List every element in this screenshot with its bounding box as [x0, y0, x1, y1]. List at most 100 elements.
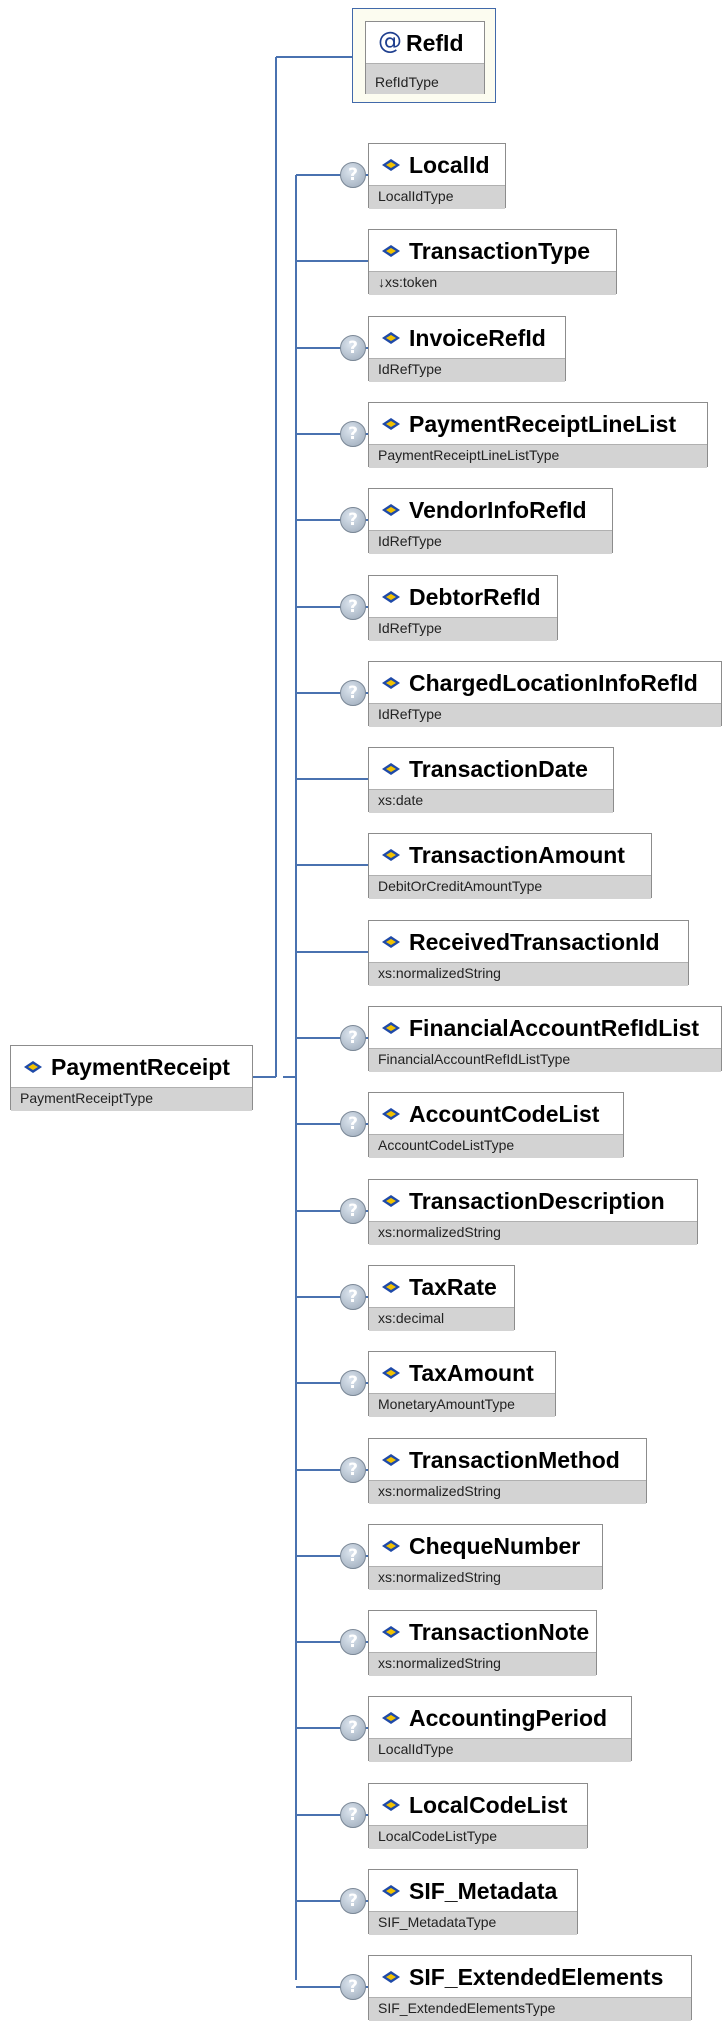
child-element-name: InvoiceRefId: [409, 325, 546, 351]
child-element-type-band: IdRefType: [369, 617, 557, 641]
child-element-type: SIF_MetadataType: [378, 1914, 497, 1930]
child-element-type-band: xs:date: [369, 789, 613, 813]
attribute-type: RefIdType: [375, 74, 439, 90]
child-element-type: LocalIdType: [378, 1741, 454, 1757]
child-element-type-band: xs:normalizedString: [369, 962, 688, 986]
child-element-name: SIF_Metadata: [409, 1878, 558, 1904]
child-element-header: TransactionMethod: [369, 1439, 646, 1480]
child-element-name: FinancialAccountRefIdList: [409, 1015, 700, 1041]
child-element-box[interactable]: FinancialAccountRefIdList FinancialAccoun…: [368, 1006, 722, 1072]
child-element-box[interactable]: LocalId LocalIdType: [368, 143, 506, 209]
root-element-box[interactable]: PaymentReceipt PaymentReceiptType: [10, 1045, 253, 1111]
child-element-header: ChequeNumber: [369, 1525, 602, 1566]
child-element-header: InvoiceRefId: [369, 317, 565, 358]
optional-marker-icon: ?: [340, 1111, 366, 1137]
child-element-name: ChequeNumber: [409, 1533, 581, 1559]
child-element-type: xs:normalizedString: [378, 965, 501, 981]
child-element-box[interactable]: ReceivedTransactionId xs:normalizedString: [368, 920, 689, 986]
child-element-box[interactable]: PaymentReceiptLineList PaymentReceiptLine…: [368, 402, 708, 468]
child-element-header: FinancialAccountRefIdList: [369, 1007, 721, 1048]
child-element-box[interactable]: VendorInfoRefId IdRefType: [368, 488, 613, 554]
child-element-type-band: LocalCodeListType: [369, 1825, 587, 1849]
child-element-box[interactable]: TaxRate xs:decimal: [368, 1265, 515, 1331]
child-element-type-band: ↓xs:token: [369, 271, 616, 295]
child-element-box[interactable]: AccountingPeriod LocalIdType: [368, 1696, 632, 1762]
element-icon: [382, 591, 400, 603]
child-element-type-band: SIF_MetadataType: [369, 1911, 577, 1935]
child-element-box[interactable]: TransactionDate xs:date: [368, 747, 614, 813]
child-element-type-band: xs:normalizedString: [369, 1221, 697, 1245]
child-element-name: DebtorRefId: [409, 584, 541, 610]
child-element-name: TransactionDescription: [409, 1188, 665, 1214]
element-icon: [382, 1712, 400, 1724]
child-element-header: DebtorRefId: [369, 576, 557, 617]
child-element-header: TaxRate: [369, 1266, 514, 1307]
optional-marker-icon: ?: [340, 1974, 366, 2000]
child-element-name: TaxRate: [409, 1274, 497, 1300]
child-element-header: TransactionDate: [369, 748, 613, 789]
optional-marker-icon: ?: [340, 1457, 366, 1483]
child-element-header: TransactionAmount: [369, 834, 651, 875]
optional-marker-icon: ?: [340, 1888, 366, 1914]
child-element-box[interactable]: TransactionNote xs:normalizedString: [368, 1610, 597, 1676]
child-element-box[interactable]: TransactionType ↓xs:token: [368, 229, 617, 295]
child-element-box[interactable]: DebtorRefId IdRefType: [368, 575, 558, 641]
child-element-type-band: LocalIdType: [369, 185, 505, 209]
child-element-header: SIF_Metadata: [369, 1870, 577, 1911]
child-element-box[interactable]: LocalCodeList LocalCodeListType: [368, 1783, 588, 1849]
optional-marker-icon: ?: [340, 1025, 366, 1051]
attribute-header: @ RefId: [366, 22, 484, 63]
child-element-header: LocalCodeList: [369, 1784, 587, 1825]
child-element-box[interactable]: TransactionMethod xs:normalizedString: [368, 1438, 647, 1504]
child-element-type: xs:normalizedString: [378, 1569, 501, 1585]
root-element-header: PaymentReceipt: [11, 1046, 252, 1087]
child-element-header: ChargedLocationInfoRefId: [369, 662, 721, 703]
optional-marker-icon: ?: [340, 680, 366, 706]
attribute-box[interactable]: @ RefId RefIdType: [352, 8, 496, 103]
root-element-type: PaymentReceiptType: [20, 1090, 154, 1106]
child-element-type-band: AccountCodeListType: [369, 1134, 623, 1158]
child-element-box[interactable]: SIF_Metadata SIF_MetadataType: [368, 1869, 578, 1935]
child-element-type: ↓xs:token: [378, 274, 438, 290]
child-element-name: VendorInfoRefId: [409, 497, 587, 523]
child-element-header: TransactionType: [369, 230, 616, 271]
child-element-header: SIF_ExtendedElements: [369, 1956, 691, 1997]
child-element-header: AccountCodeList: [369, 1093, 623, 1134]
child-element-type-band: xs:normalizedString: [369, 1480, 646, 1504]
optional-marker-icon: ?: [340, 1198, 366, 1224]
optional-marker-icon: ?: [340, 594, 366, 620]
element-icon: [382, 1281, 400, 1293]
attribute-type-band: RefIdType: [366, 63, 484, 94]
child-element-type: AccountCodeListType: [378, 1137, 515, 1153]
attribute-at-icon: @: [378, 27, 402, 55]
optional-marker-icon: ?: [340, 162, 366, 188]
element-icon: [382, 159, 400, 171]
child-element-name: AccountingPeriod: [409, 1705, 608, 1731]
child-element-box[interactable]: AccountCodeList AccountCodeListType: [368, 1092, 624, 1158]
child-element-name: TransactionNote: [409, 1619, 590, 1645]
optional-marker-icon: ?: [340, 335, 366, 361]
element-icon: [382, 1971, 400, 1983]
optional-marker-icon: ?: [340, 1284, 366, 1310]
optional-marker-icon: ?: [340, 421, 366, 447]
element-icon: [382, 418, 400, 430]
child-element-type-band: xs:normalizedString: [369, 1566, 602, 1590]
optional-marker-icon: ?: [340, 1802, 366, 1828]
optional-marker-icon: ?: [340, 1370, 366, 1396]
child-element-box[interactable]: ChargedLocationInfoRefId IdRefType: [368, 661, 722, 727]
element-icon: [24, 1061, 42, 1073]
child-element-box[interactable]: SIF_ExtendedElements SIF_ExtendedElements…: [368, 1955, 692, 2021]
child-element-type: IdRefType: [378, 361, 442, 377]
child-element-type: PaymentReceiptLineListType: [378, 447, 560, 463]
child-element-box[interactable]: TaxAmount MonetaryAmountType: [368, 1351, 556, 1417]
child-element-box[interactable]: TransactionAmount DebitOrCreditAmountType: [368, 833, 652, 899]
child-element-header: TransactionNote: [369, 1611, 596, 1652]
child-element-box[interactable]: InvoiceRefId IdRefType: [368, 316, 566, 382]
child-element-type-band: PaymentReceiptLineListType: [369, 444, 707, 468]
child-element-type-band: xs:normalizedString: [369, 1652, 596, 1676]
element-icon: [382, 849, 400, 861]
child-element-box[interactable]: TransactionDescription xs:normalizedStrin…: [368, 1179, 698, 1245]
child-element-type: LocalIdType: [378, 188, 454, 204]
child-element-box[interactable]: ChequeNumber xs:normalizedString: [368, 1524, 603, 1590]
child-element-header: AccountingPeriod: [369, 1697, 631, 1738]
